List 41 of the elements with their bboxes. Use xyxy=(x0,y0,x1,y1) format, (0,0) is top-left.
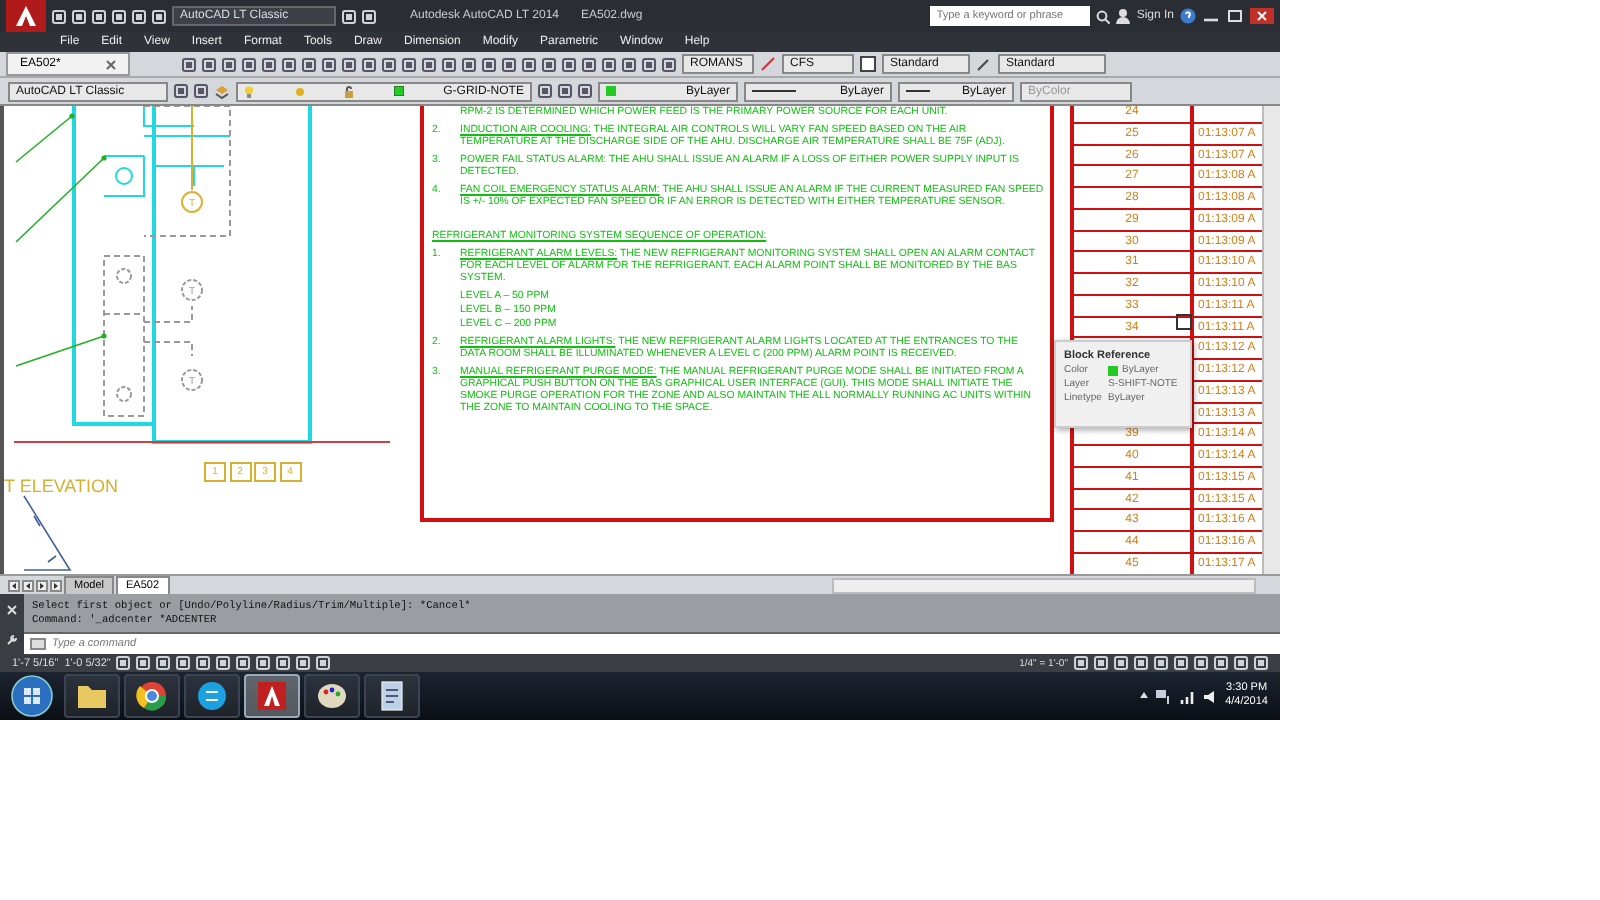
line-sample-icon xyxy=(752,88,796,94)
maximize-icon[interactable] xyxy=(1226,8,1244,24)
nav-arrow-icon[interactable] xyxy=(22,579,34,591)
line-sample-icon xyxy=(906,88,930,94)
chat-icon xyxy=(194,676,230,716)
dimension-icon[interactable] xyxy=(760,56,776,72)
wrench-icon[interactable] xyxy=(6,633,18,645)
layer-icon[interactable] xyxy=(214,83,230,99)
help-icon[interactable] xyxy=(1180,8,1196,24)
taskbar-button[interactable] xyxy=(124,674,180,718)
elevation-title: T ELEVATION xyxy=(4,476,119,496)
leader-line xyxy=(15,333,107,367)
taskbar-button[interactable] xyxy=(364,674,420,718)
network-icon[interactable] xyxy=(1155,689,1172,703)
lightbulb-icon xyxy=(244,85,254,97)
browser-icon xyxy=(134,676,170,716)
sun-icon xyxy=(293,85,306,97)
taskbar-button[interactable] xyxy=(304,674,360,718)
user-icon[interactable] xyxy=(1116,8,1131,24)
close-icon[interactable] xyxy=(1250,8,1274,24)
swatch-icon xyxy=(393,86,404,96)
app-logo[interactable] xyxy=(6,0,46,32)
taskbar-button[interactable] xyxy=(244,674,300,718)
close-icon[interactable] xyxy=(106,59,116,69)
table-icon[interactable] xyxy=(860,56,876,72)
scrollbar[interactable] xyxy=(832,577,1256,593)
command-prompt-icon[interactable] xyxy=(30,638,46,650)
signal-icon[interactable] xyxy=(1179,689,1196,703)
nav-arrow-icon[interactable] xyxy=(50,579,62,591)
nav-arrow-icon[interactable] xyxy=(8,579,20,591)
speaker-icon[interactable] xyxy=(1203,689,1218,703)
swatch-icon xyxy=(606,86,616,96)
lock-icon xyxy=(344,85,355,97)
search-icon[interactable] xyxy=(1096,9,1111,23)
pickbox-cursor xyxy=(1176,314,1192,330)
taskbar-button[interactable] xyxy=(64,674,120,718)
nav-arrow-icon[interactable] xyxy=(36,579,48,591)
leader-icon[interactable] xyxy=(976,56,992,72)
scrollbar[interactable] xyxy=(1262,106,1280,574)
app-icon xyxy=(254,676,290,716)
caret-icon[interactable] xyxy=(1139,692,1148,700)
